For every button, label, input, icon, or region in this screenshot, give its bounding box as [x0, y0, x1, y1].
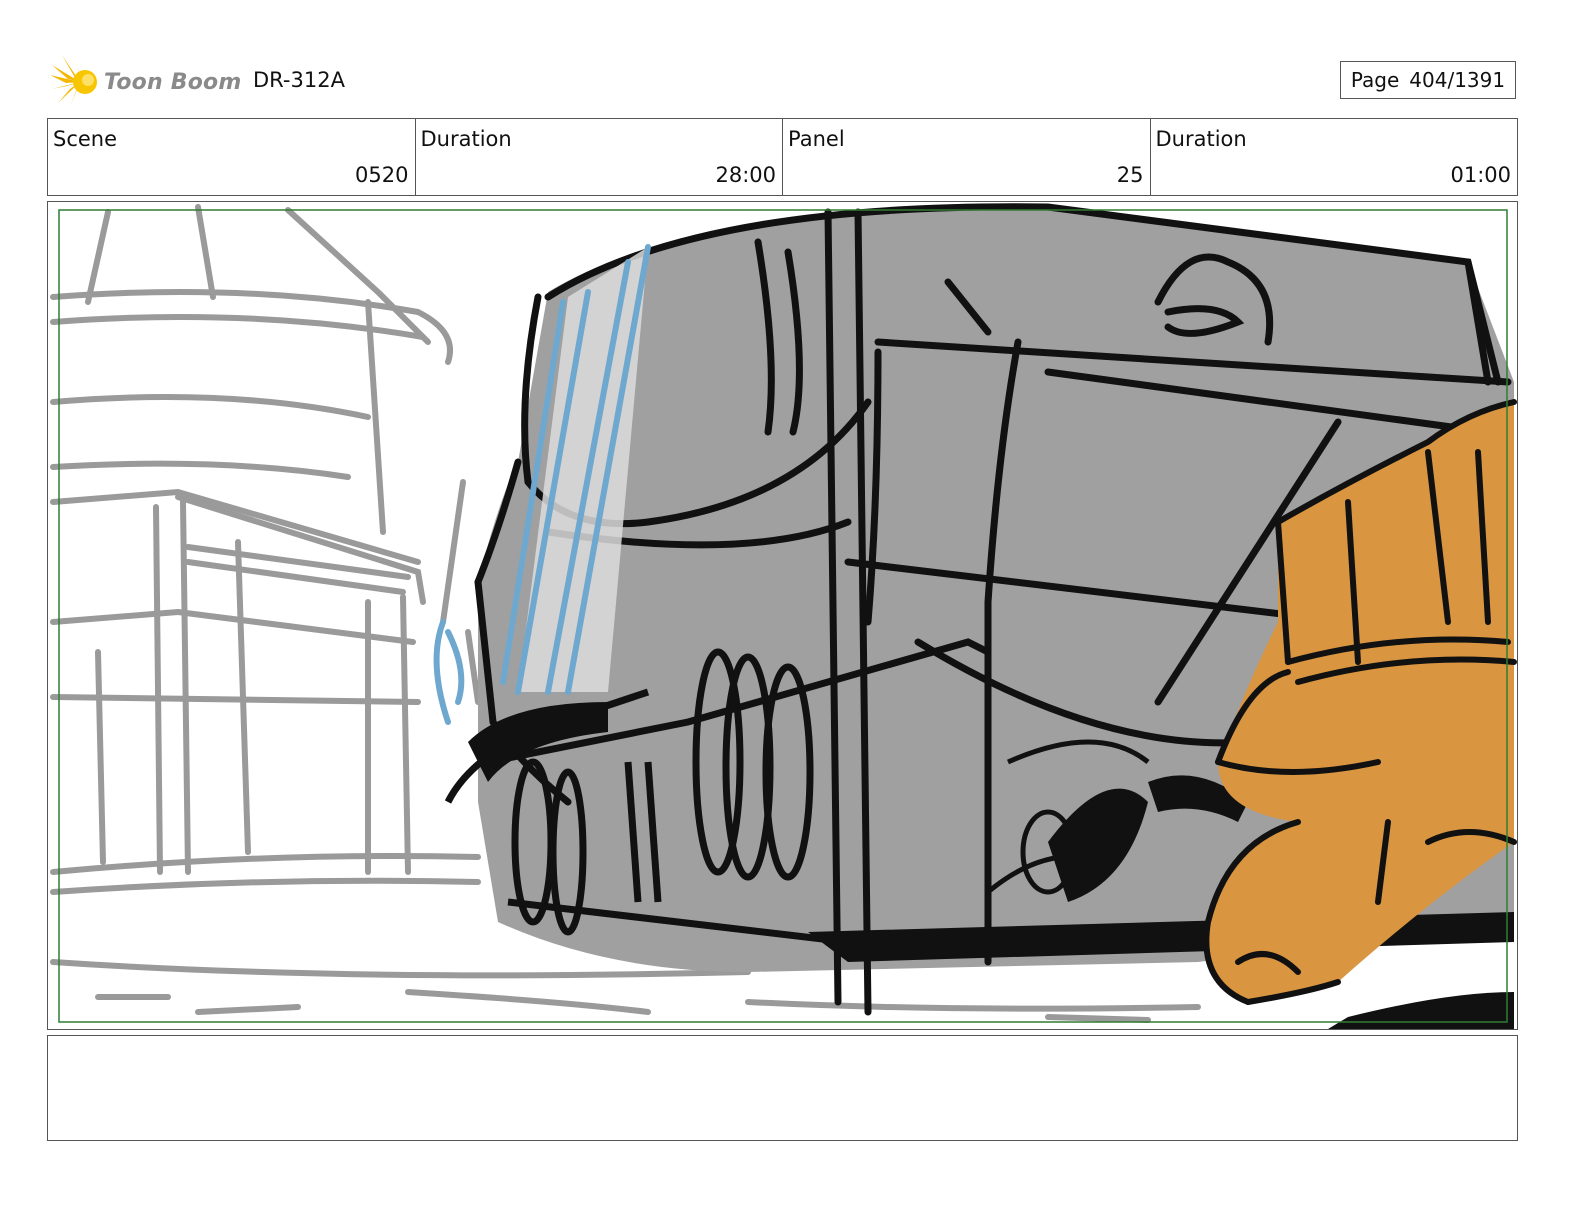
panel-duration-cell: Duration 01:00 — [1151, 119, 1518, 195]
production-code: DR-312A — [253, 68, 345, 92]
scene-cell: Scene 0520 — [48, 119, 416, 195]
panel-info-row: Scene 0520 Duration 28:00 Panel 25 Durat… — [47, 118, 1518, 196]
panel-cell: Panel 25 — [783, 119, 1151, 195]
toon-boom-logo: Toon Boom — [50, 55, 241, 109]
page-label: Page — [1350, 68, 1400, 92]
scene-label: Scene — [53, 127, 118, 151]
scene-duration-value: 28:00 — [715, 163, 776, 187]
starburst-icon — [50, 55, 97, 107]
panel-duration-label: Duration — [1155, 127, 1247, 151]
notes-box — [47, 1035, 1518, 1141]
panel-duration-value: 01:00 — [1450, 163, 1511, 187]
panel-label: Panel — [788, 127, 845, 151]
page-number: 404/1391 — [1409, 68, 1506, 92]
panel-value: 25 — [1116, 163, 1144, 187]
logo-text: Toon Boom — [104, 69, 242, 95]
page-indicator: Page 404/1391 — [1340, 61, 1516, 99]
storyboard-panel — [47, 201, 1518, 1030]
scene-duration-label: Duration — [420, 127, 512, 151]
scene-value: 0520 — [355, 163, 409, 187]
panel-sketch — [50, 203, 1517, 1029]
scene-duration-cell: Duration 28:00 — [416, 119, 783, 195]
